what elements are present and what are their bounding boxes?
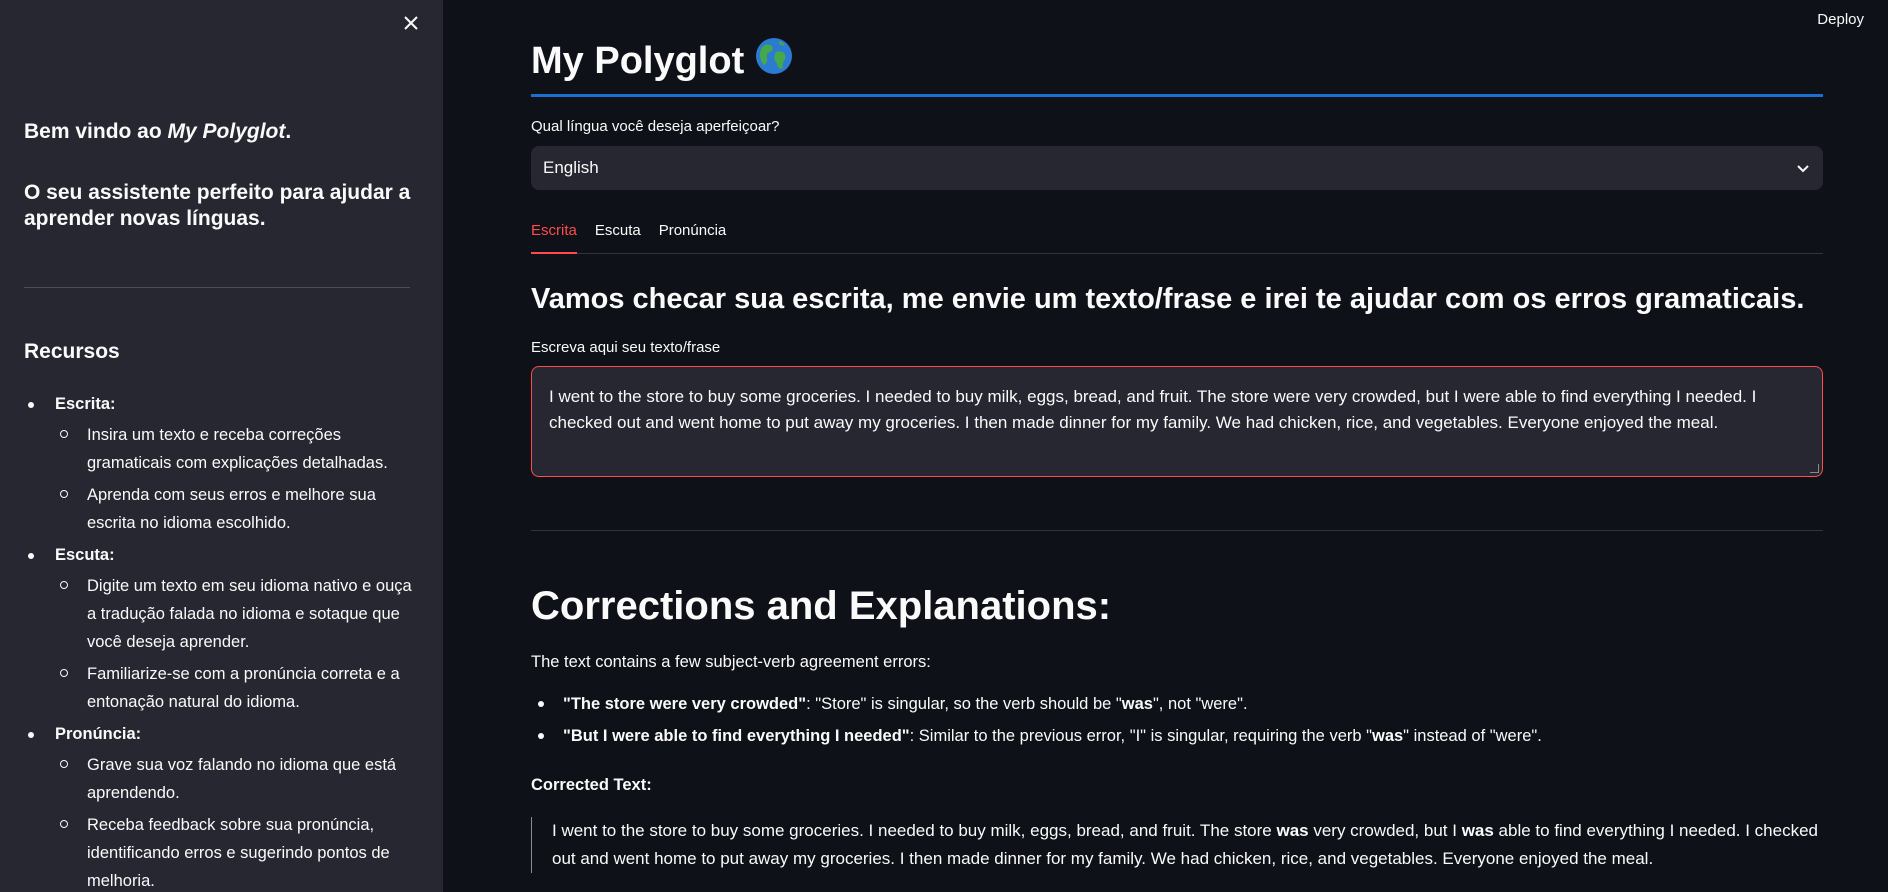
correction-explanation-end: " instead of "were". [1403,727,1542,745]
corrections-list: "The store were very crowded": "Store" i… [531,693,1823,757]
recurso-escrita: Escrita: Insira um texto e receba correç… [24,390,424,537]
sidebar-tagline: O seu assistente perfeito para ajudar a … [24,181,411,230]
corrected-fix: was [1461,821,1494,840]
sidebar-welcome: Bem vindo ao My Polyglot. [24,118,424,146]
correction-fix: was [1371,727,1404,745]
close-sidebar-button[interactable] [400,12,422,34]
page-title-text: My Polyglot [531,40,745,82]
recursos-heading: Recursos [24,340,120,363]
globe-icon [754,36,794,89]
language-select[interactable]: English [531,146,1823,190]
welcome-app-name: My Polyglot [167,120,286,143]
recurso-escuta: Escuta: Digite um texto em seu idioma na… [24,541,424,716]
corrected-text-quote: I went to the store to buy some grocerie… [531,817,1822,873]
correction-fix: was [1121,695,1153,713]
correction-item: "But I were able to find everything I ne… [531,725,1823,747]
tab-pronuncia[interactable]: Pronúncia [659,216,727,252]
recurso-subitem: Grave sua voz falando no idioma que está… [55,751,424,807]
correction-explanation: : "Store" is singular, so the verb shoul… [806,695,1122,713]
correction-phrase: "But I were able to find everything I ne… [563,727,910,745]
recurso-subitem: Familiarize-se com a pronúncia correta e… [55,660,424,716]
page-title: My Polyglot [531,36,1823,97]
corrected-part: I went to the store to buy some grocerie… [552,821,1277,840]
deploy-button[interactable]: Deploy [1817,11,1864,28]
recurso-pronuncia: Pronúncia: Grave sua voz falando no idio… [24,720,424,892]
recurso-sublist: Grave sua voz falando no idioma que está… [55,751,424,892]
recurso-subitem: Digite um texto em seu idioma nativo e o… [55,572,424,656]
corrections-heading: Corrections and Explanations: [531,584,1112,628]
text-input[interactable]: I went to the store to buy some grocerie… [531,366,1823,477]
correction-explanation-end: ", not "were". [1152,695,1248,713]
sidebar: Bem vindo ao My Polyglot. O seu assisten… [0,0,443,892]
chevron-down-icon [1797,165,1809,173]
tab-escrita[interactable]: Escrita [531,216,577,254]
welcome-suffix: . [285,120,292,143]
text-input-label: Escreva aqui seu texto/frase [531,339,721,356]
language-selected-value: English [543,158,599,177]
recurso-subitem: Receba feedback sobre sua pronúncia, ide… [55,811,424,892]
corrected-fix: was [1276,821,1309,840]
recurso-label: Escuta: [55,546,115,564]
recurso-subitem: Insira um texto e receba correções grama… [55,421,424,477]
close-icon [404,16,418,30]
correction-explanation: : Similar to the previous error, "I" is … [909,727,1372,745]
welcome-prefix: Bem vindo ao [24,120,168,143]
corrected-part: very crowded, but I [1308,821,1462,840]
correction-phrase: "The store were very crowded" [563,695,807,713]
correction-item: "The store were very crowded": "Store" i… [531,693,1823,715]
tab-escuta[interactable]: Escuta [595,216,641,252]
text-input-value: I went to the store to buy some grocerie… [549,387,1757,432]
recursos-list: Escrita: Insira um texto e receba correç… [24,390,424,892]
recurso-subitem: Aprenda com seus erros e melhore sua esc… [55,481,424,537]
recurso-label: Escrita: [55,395,116,413]
content-divider [531,530,1823,531]
language-label: Qual língua você deseja aperfeiçoar? [531,118,780,135]
tab-bar: Escrita Escuta Pronúncia [531,216,1823,254]
recurso-label: Pronúncia: [55,725,142,743]
corrections-intro: The text contains a few subject-verb agr… [531,653,931,671]
corrected-text-label: Corrected Text: [531,776,652,794]
section-heading: Vamos checar sua escrita, me envie um te… [531,283,1805,315]
resize-handle[interactable] [1810,464,1819,473]
sidebar-divider [24,287,410,288]
recurso-sublist: Insira um texto e receba correções grama… [55,421,424,537]
recurso-sublist: Digite um texto em seu idioma nativo e o… [55,572,424,716]
